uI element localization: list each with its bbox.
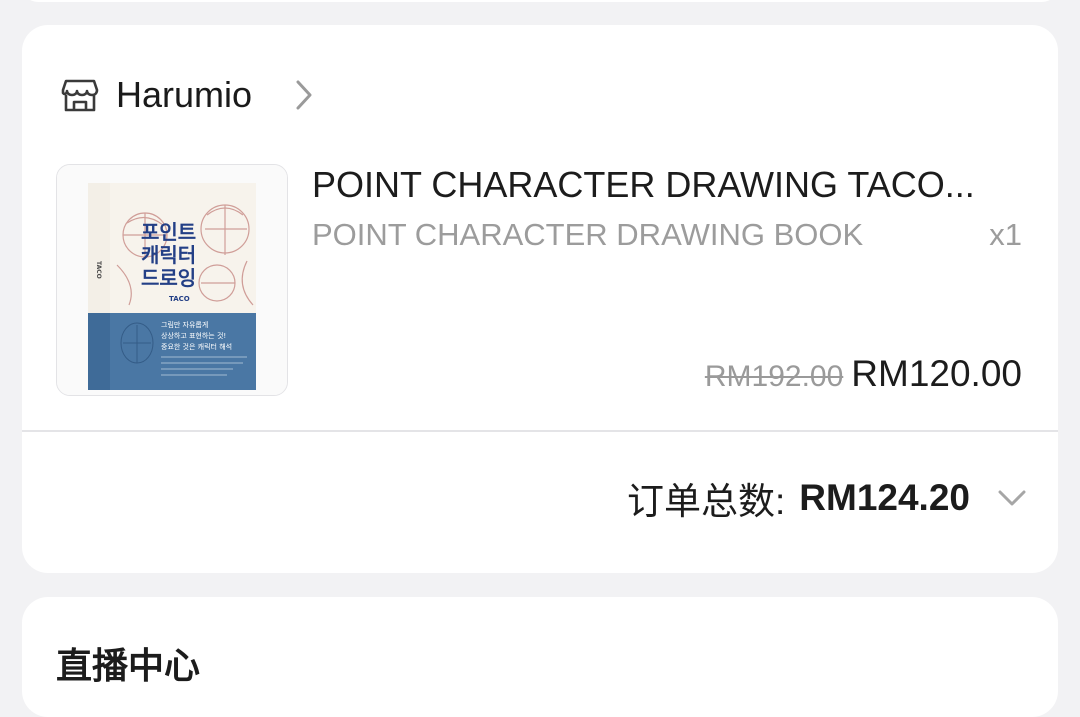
live-center-card: 直播中心 <box>22 597 1058 717</box>
sale-price: RM120.00 <box>851 353 1022 394</box>
original-price: RM192.00 <box>704 360 844 393</box>
live-center-title: 直播中心 <box>56 645 201 686</box>
product-title[interactable]: POINT CHARACTER DRAWING TACO... <box>312 163 1032 207</box>
spine-author: TACO <box>95 261 102 279</box>
book-cover-image: 포인트 캐릭터 드로잉 TACO TACO 그림만 자유롭게 상상하고 표현하는… <box>57 165 287 395</box>
previous-card <box>22 0 1058 2</box>
cover-title-line3: 드로잉 <box>141 266 196 290</box>
divider <box>22 430 1058 432</box>
cover-blurb-line2: 상상하고 표현하는 것! <box>161 331 226 340</box>
chevron-down-icon[interactable] <box>996 482 1028 514</box>
product-image[interactable]: 포인트 캐릭터 드로잉 TACO TACO 그림만 자유롭게 상상하고 표현하는… <box>56 164 288 396</box>
cover-author: TACO <box>169 295 190 303</box>
cover-blurb-line1: 그림만 자유롭게 <box>161 320 208 329</box>
price-row: RM192.00 RM120.00 <box>705 353 1022 395</box>
product-variant: POINT CHARACTER DRAWING BOOK <box>312 217 864 252</box>
product-quantity: x1 <box>989 217 1022 252</box>
cover-title-line2: 캐릭터 <box>141 243 196 267</box>
shop-header[interactable]: Harumio <box>60 69 316 121</box>
order-total-row[interactable]: 订单总数: RM124.20 <box>627 471 1028 525</box>
order-total-value: RM124.20 <box>799 477 970 518</box>
shop-icon <box>60 75 100 115</box>
chevron-right-icon <box>292 77 316 113</box>
shop-name: Harumio <box>116 74 253 115</box>
order-card: Harumio 포인트 캐릭터 드로잉 TACO TACO 그림만 자유롭게 상… <box>22 25 1058 573</box>
cover-blurb-line3: 중요한 것은 캐릭터 해석 <box>161 342 232 351</box>
order-total-label: 订单总数: <box>627 481 786 522</box>
cover-title-line1: 포인트 <box>141 220 196 244</box>
